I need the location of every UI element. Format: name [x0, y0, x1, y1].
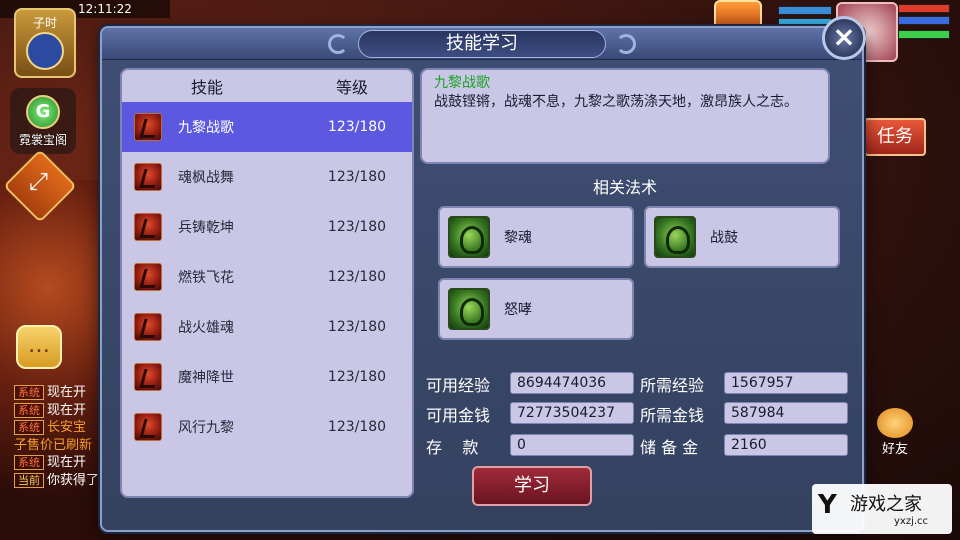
skill-level: 123/180 — [327, 169, 387, 185]
deposit-label: 存 款 — [426, 438, 479, 457]
spell-icon — [654, 216, 696, 258]
skill-name: 兵铸乾坤 — [178, 220, 234, 236]
skill-list-header: 技能 等级 — [122, 70, 412, 102]
clock: 12:11:22 — [78, 2, 132, 16]
skill-icon — [134, 313, 162, 341]
skill-description-text: 战鼓铿锵，战魂不息，九黎之歌荡涤天地，激昂族人之志。 — [434, 94, 798, 110]
chat-tag: 系统 — [14, 402, 44, 418]
dialog-header: 技能学习 — [102, 28, 862, 60]
skill-row[interactable]: 燃铁飞花 123/180 — [122, 252, 412, 302]
shichen-icon[interactable]: 子时 — [14, 8, 76, 78]
deposit-value: 0 — [510, 434, 634, 456]
logo-url: yxzj.cc — [894, 516, 929, 527]
skill-name: 风行九黎 — [178, 420, 234, 436]
skill-row[interactable]: 兵铸乾坤 123/180 — [122, 202, 412, 252]
skill-level: 123/180 — [327, 269, 387, 285]
close-icon: × — [832, 20, 856, 53]
related-spells-title: 相关法术 — [592, 178, 657, 197]
skill-name: 战火雄魂 — [178, 320, 234, 336]
spell-card[interactable]: 战鼓 — [644, 206, 840, 268]
chat-text: 子售价已刷新 — [14, 437, 93, 453]
skill-row[interactable]: 魔神降世 123/180 — [122, 352, 412, 402]
spell-card[interactable]: 黎魂 — [438, 206, 634, 268]
skill-level: 123/180 — [327, 319, 387, 335]
friend-button[interactable]: 好友 — [870, 408, 920, 457]
chat-tag: 系统 — [14, 455, 44, 470]
skill-icon — [134, 163, 162, 191]
skill-row[interactable]: 风行九黎 123/180 — [122, 402, 412, 452]
skill-list-panel: 技能 等级 九黎战歌 123/180 魂枫战舞 123/180 兵铸乾坤 123… — [120, 68, 414, 498]
required-money-value: 587984 — [724, 402, 848, 424]
player-exp-bar — [898, 30, 950, 39]
skill-icon — [134, 363, 162, 391]
chat-text: 你获得了 — [47, 472, 100, 488]
chat-text: 现在开 — [47, 402, 87, 418]
skill-row[interactable]: 战火雄魂 123/180 — [122, 302, 412, 352]
required-exp-value: 1567957 — [724, 372, 848, 394]
spell-card[interactable]: 怒哮 — [438, 278, 634, 340]
skill-row[interactable]: 魂枫战舞 123/180 — [122, 152, 412, 202]
chat-text: 长安宝 — [47, 420, 87, 435]
skill-row[interactable]: 九黎战歌 123/180 — [122, 102, 412, 152]
shichen-label: 子时 — [32, 16, 57, 30]
close-button[interactable]: × — [822, 16, 866, 60]
skill-icon — [134, 113, 162, 141]
handshake-icon — [877, 408, 913, 438]
dialog-title: 技能学习 — [358, 30, 606, 58]
column-header-level: 等级 — [335, 78, 368, 97]
swirl-ornament-icon — [616, 34, 636, 54]
chat-button[interactable]: … — [16, 325, 62, 369]
chat-tag: 系统 — [14, 420, 44, 435]
column-header-skill: 技能 — [190, 78, 223, 97]
skill-name: 魔神降世 — [178, 370, 234, 386]
logo-name: 游戏之家 — [850, 494, 922, 515]
reserve-value: 2160 — [724, 434, 848, 456]
reserve-label: 储 备 金 — [640, 438, 699, 457]
required-exp-label: 所需经验 — [640, 376, 705, 395]
available-money-label: 可用金钱 — [426, 406, 491, 425]
skill-description-title: 九黎战歌 — [434, 75, 490, 91]
spell-icon — [448, 216, 490, 258]
skill-icon — [134, 413, 162, 441]
shop-button[interactable]: G 霓裳宝阁 — [10, 88, 76, 154]
site-logo: Y 游戏之家 yxzj.cc — [812, 484, 952, 534]
expand-arrows-icon: ⤢ — [28, 167, 48, 196]
skill-icon — [134, 213, 162, 241]
skill-name: 燃铁飞花 — [178, 270, 234, 286]
pet-hp-bar — [778, 6, 832, 15]
available-money-value: 72773504237 — [510, 402, 634, 424]
logo-mark: Y — [818, 490, 837, 520]
shop-label: 霓裳宝阁 — [18, 132, 67, 147]
friend-label: 好友 — [881, 442, 908, 457]
available-exp-label: 可用经验 — [426, 376, 491, 395]
swirl-ornament-icon — [328, 34, 348, 54]
chat-text: 现在开 — [47, 385, 87, 400]
chat-tag: 系统 — [14, 385, 44, 400]
skill-learning-dialog: 技能学习 × 技能 等级 九黎战歌 123/180 魂枫战舞 123/180 兵… — [100, 16, 866, 532]
skill-level: 123/180 — [327, 219, 387, 235]
skill-level: 123/180 — [327, 419, 387, 435]
chat-text: 现在开 — [47, 455, 87, 470]
task-button[interactable]: 任务 — [864, 118, 926, 156]
skill-name: 魂枫战舞 — [178, 170, 234, 186]
spell-name: 怒哮 — [504, 302, 532, 318]
player-hp-bar — [898, 4, 950, 13]
moon-icon — [26, 32, 64, 70]
skill-name: 九黎战歌 — [178, 120, 234, 136]
speech-bubble-icon: … — [28, 333, 50, 358]
spell-name: 战鼓 — [710, 230, 738, 246]
spell-icon — [448, 288, 490, 330]
chat-tag: 当前 — [14, 472, 44, 488]
spell-name: 黎魂 — [504, 230, 532, 246]
gem-icon: G — [26, 94, 60, 129]
player-mp-bar — [898, 16, 950, 25]
skill-level: 123/180 — [327, 119, 387, 135]
learn-button[interactable]: 学习 — [472, 466, 592, 506]
available-exp-value: 8694474036 — [510, 372, 634, 394]
skill-icon — [134, 263, 162, 291]
skill-description-box: 九黎战歌 战鼓铿锵，战魂不息，九黎之歌荡涤天地，激昂族人之志。 — [420, 68, 830, 164]
skill-level: 123/180 — [327, 369, 387, 385]
required-money-label: 所需金钱 — [640, 406, 705, 425]
